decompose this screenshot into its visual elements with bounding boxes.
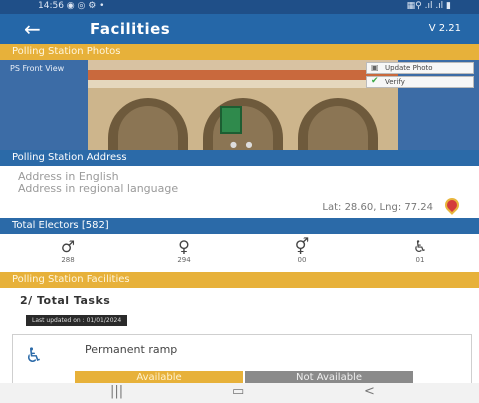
map-pin-icon[interactable] [442,195,462,215]
third-gender-count: 00 [297,256,307,264]
address-section: Address in English Address in regional l… [0,166,479,218]
facility-label: Permanent ramp [85,343,178,356]
carousel-dots[interactable]: ● ● [230,140,256,149]
lat-lng: Lat: 28.60, Lng: 77.24 [322,202,433,213]
male-count: 288 [61,256,75,264]
status-icons: ▦⚲ .ıl .ıl ▮ [406,1,451,11]
recent-apps-icon[interactable]: ||| [110,384,123,399]
elector-male: ♂ 288 [48,237,88,265]
female-icon: ♀ [178,237,190,256]
tasks-count: 2/ Total Tasks [20,294,111,307]
version-label: V 2.21 [428,23,461,34]
photo-view-label: PS Front View [10,64,65,73]
pwd-count: 01 [415,256,425,264]
ramp-icon: ♿ [25,343,43,367]
address-header: Polling Station Address [0,150,479,166]
signboard [220,106,242,134]
check-icon: ✔ [371,76,379,86]
last-updated: Last updated on : 01/01/2024 [26,315,128,326]
back-icon[interactable]: < [364,384,375,399]
update-photo-button[interactable]: ▣ Update Photo [366,62,474,74]
facilities-header: Polling Station Facilities [0,272,479,288]
home-icon[interactable]: ▭ [232,384,244,399]
elector-female: ♀ 294 [164,237,204,265]
third-gender-icon: ⚥ [294,237,310,256]
arrow-left-icon[interactable]: ← [24,17,41,41]
verify-button[interactable]: ✔ Verify [366,76,474,88]
page-title: Facilities [90,20,171,38]
verify-label: Verify [385,78,405,86]
system-nav-bar: ||| ▭ < [0,383,479,403]
female-count: 294 [177,256,191,264]
app-bar: ← Facilities V 2.21 [0,14,479,46]
station-photo [88,60,398,150]
male-icon: ♂ [60,237,76,256]
photos-header: Polling Station Photos [0,44,479,60]
camera-icon: ▣ [371,63,379,72]
electors-header: Total Electors [582] [0,218,479,234]
pwd-icon: ♿ [412,237,428,256]
status-time: 14:56 ◉ ◎ ⚙ • [38,1,105,11]
address-regional: Address in regional language [18,182,179,195]
elector-pwd: ♿ 01 [400,237,440,265]
electors-row: ♂ 288 ♀ 294 ⚥ 00 ♿ 01 [0,236,479,270]
facility-card-ramp: ♿ Permanent ramp Available Not Available [12,334,472,388]
photo-carousel[interactable]: PS Front View ▣ Update Photo ✔ Verify ● … [0,60,479,150]
update-photo-label: Update Photo [385,64,433,72]
status-bar: 14:56 ◉ ◎ ⚙ • ▦⚲ .ıl .ıl ▮ [0,0,479,14]
elector-third-gender: ⚥ 00 [282,237,322,265]
